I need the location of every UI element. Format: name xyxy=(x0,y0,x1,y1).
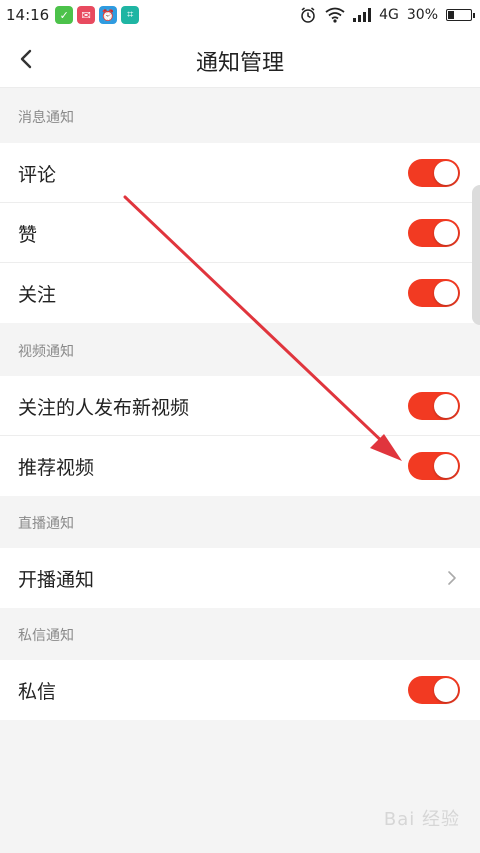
page-title: 通知管理 xyxy=(195,51,284,76)
section-label-private: 私信通知 xyxy=(18,628,74,644)
setting-label: 关注的人发布新视频 xyxy=(18,397,190,419)
setting-row-private-message: 私信 xyxy=(0,660,480,720)
toggle-knob xyxy=(434,454,458,478)
setting-label: 私信 xyxy=(18,681,57,703)
chevron-right-icon xyxy=(448,571,456,585)
wifi-icon xyxy=(325,7,345,23)
alarm-app-icon: ⏰ xyxy=(99,6,118,24)
battery-level xyxy=(448,11,454,19)
setting-row-comment: 评论 xyxy=(0,143,480,203)
notification-icons: ✓ ✉ ⏰ ⌗ xyxy=(55,6,140,24)
setting-label: 关注 xyxy=(18,284,57,306)
comment-toggle[interactable] xyxy=(408,159,460,187)
mail-app-icon: ✉ xyxy=(77,6,96,24)
toggle-knob xyxy=(434,281,458,305)
battery-icon xyxy=(446,9,475,21)
recommended-video-toggle[interactable] xyxy=(408,452,460,480)
section-label-video: 视频通知 xyxy=(18,344,74,360)
setting-label: 推荐视频 xyxy=(18,457,95,479)
scan-app-icon: ⌗ xyxy=(121,6,140,24)
setting-row-followed-new-video: 关注的人发布新视频 xyxy=(0,376,480,436)
private-message-toggle[interactable] xyxy=(408,676,460,704)
setting-row-recommended-video: 推荐视频 xyxy=(0,436,480,496)
toggle-knob xyxy=(434,161,458,185)
section-label-message: 消息通知 xyxy=(18,110,74,126)
setting-label: 开播通知 xyxy=(18,569,95,591)
status-right: 4G 30% xyxy=(299,6,475,24)
setting-row-like: 赞 xyxy=(0,203,480,263)
signal-icon xyxy=(353,8,372,22)
followed-new-video-toggle[interactable] xyxy=(408,392,460,420)
setting-label: 赞 xyxy=(18,224,38,246)
status-time: 14:16 xyxy=(6,6,50,24)
setting-row-live-start[interactable]: 开播通知 xyxy=(0,548,480,608)
toggle-knob xyxy=(434,394,458,418)
toggle-knob xyxy=(434,221,458,245)
watermark: Bai 经验 xyxy=(383,809,460,830)
toggle-knob xyxy=(434,678,458,702)
alarm-clock-icon xyxy=(301,7,315,23)
battery-percent: 30% xyxy=(406,7,438,23)
follow-toggle[interactable] xyxy=(408,279,460,307)
section-label-live: 直播通知 xyxy=(18,516,74,532)
header: 通知管理 xyxy=(0,30,480,88)
setting-label: 评论 xyxy=(18,164,57,186)
shield-app-icon: ✓ xyxy=(55,6,74,24)
network-type: 4G xyxy=(379,7,399,23)
setting-row-follow: 关注 xyxy=(0,263,480,323)
status-bar: 14:16 ✓ ✉ ⏰ ⌗ 4G 30% xyxy=(0,0,480,30)
edge-handle[interactable] xyxy=(472,185,480,325)
like-toggle[interactable] xyxy=(408,219,460,247)
